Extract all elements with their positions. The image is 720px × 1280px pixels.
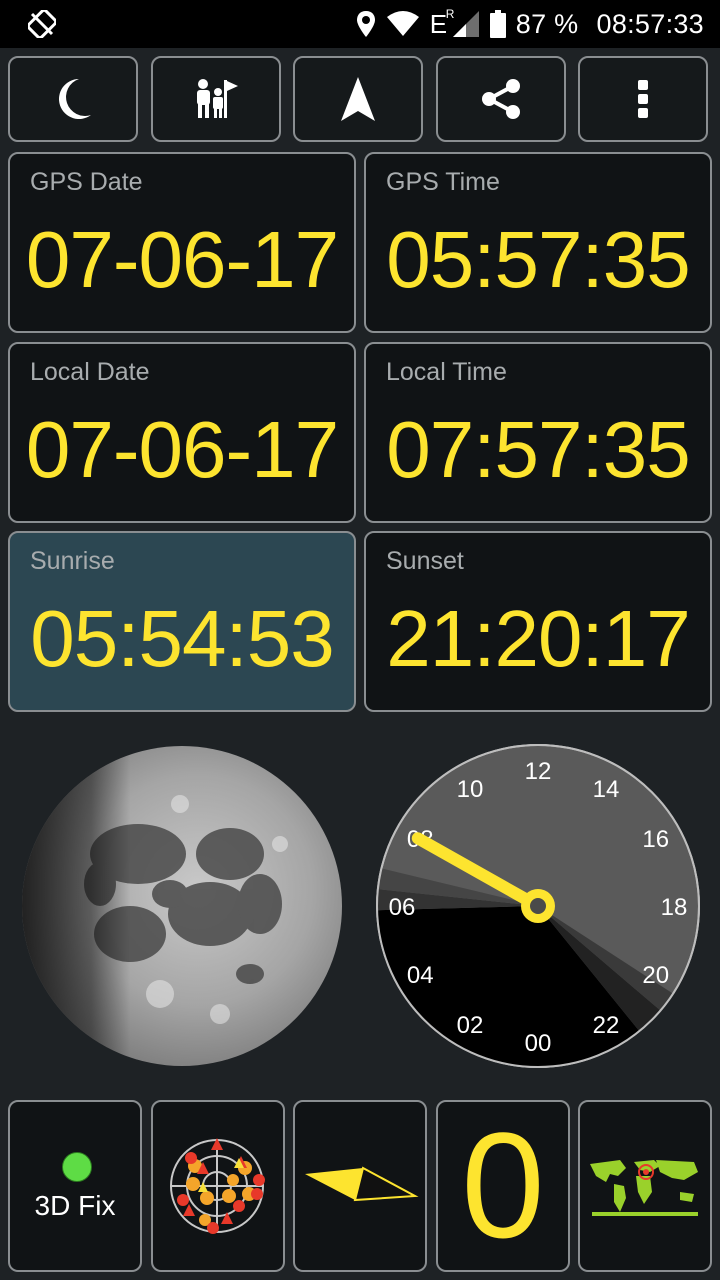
fix-label: 3D Fix (34, 1190, 116, 1221)
moon-phase-image (22, 746, 342, 1066)
clock-label-10: 10 (457, 776, 484, 803)
clock-label-00: 00 (525, 1030, 552, 1057)
sunrise-value: 05:54:53 (30, 594, 334, 683)
fix-status-button[interactable]: 3D Fix (8, 1100, 142, 1272)
cellular-signal-icon: E R (429, 7, 480, 39)
gps-date-tile[interactable]: GPS Date 07-06-17 (8, 152, 356, 333)
share-button[interactable] (436, 56, 566, 142)
status-bar: E R 87 % 08:57:33 (0, 0, 720, 48)
navigation-button[interactable] (293, 56, 423, 142)
rotation-lock-icon (26, 8, 58, 43)
moon-icon (58, 79, 91, 119)
battery-icon (489, 10, 506, 38)
clock-label-02: 02 (457, 1012, 484, 1039)
clock-label-12: 12 (525, 758, 552, 785)
sunset-tile[interactable]: Sunset 21:20:17 (364, 531, 712, 712)
sky-plot-icon (170, 1138, 265, 1234)
location-icon (356, 10, 376, 38)
clock-label-06: 06 (389, 894, 416, 921)
world-map-button[interactable] (578, 1100, 712, 1272)
network-type: E (429, 9, 448, 39)
gps-date-value: 07-06-17 (25, 215, 339, 304)
gps-date-label: GPS Date (30, 168, 143, 196)
night-mode-button[interactable] (8, 56, 138, 142)
status-time: 08:57:33 (596, 8, 704, 39)
fix-indicator-icon (62, 1152, 92, 1182)
sunset-label: Sunset (386, 547, 464, 575)
gps-time-label: GPS Time (386, 168, 500, 196)
more-options-button[interactable] (578, 56, 708, 142)
gps-time-tile[interactable]: GPS Time 05:57:35 (364, 152, 712, 333)
sunset-value: 21:20:17 (386, 594, 690, 683)
sun-clock-24h: 000204060810121416182022 (376, 744, 700, 1068)
people-flag-icon (197, 79, 238, 118)
local-date-label: Local Date (30, 358, 150, 386)
wifi-icon (386, 11, 420, 37)
clock-hand-center (530, 898, 546, 914)
local-date-tile[interactable]: Local Date 07-06-17 (8, 342, 356, 523)
share-icon (482, 79, 520, 119)
local-time-value: 07:57:35 (386, 405, 690, 494)
clock-label-16: 16 (642, 826, 669, 853)
gps-time-value: 05:57:35 (386, 215, 690, 304)
clock-label-20: 20 (642, 962, 669, 989)
compass-needle-icon (305, 1166, 419, 1202)
satellites-in-use-count: 0 (461, 1101, 545, 1269)
clock-label-04: 04 (407, 962, 434, 989)
world-map-icon (590, 1160, 698, 1216)
clock-label-22: 22 (593, 1012, 620, 1039)
battery-level: 87 % (515, 8, 579, 39)
compass-button[interactable] (293, 1100, 427, 1272)
personal-mode-button[interactable] (151, 56, 281, 142)
clock-label-14: 14 (593, 776, 620, 803)
local-date-value: 07-06-17 (25, 405, 339, 494)
sunrise-tile[interactable]: Sunrise 05:54:53 (8, 531, 356, 712)
local-time-tile[interactable]: Local Time 07:57:35 (364, 342, 712, 523)
more-vertical-icon (638, 80, 648, 118)
navigation-arrow-icon (341, 77, 375, 121)
satellites-count-button[interactable]: 0 (436, 1100, 570, 1272)
local-time-label: Local Time (386, 358, 507, 386)
sunrise-label: Sunrise (30, 547, 115, 575)
sky-view-button[interactable] (151, 1100, 285, 1272)
clock-label-18: 18 (661, 894, 688, 921)
